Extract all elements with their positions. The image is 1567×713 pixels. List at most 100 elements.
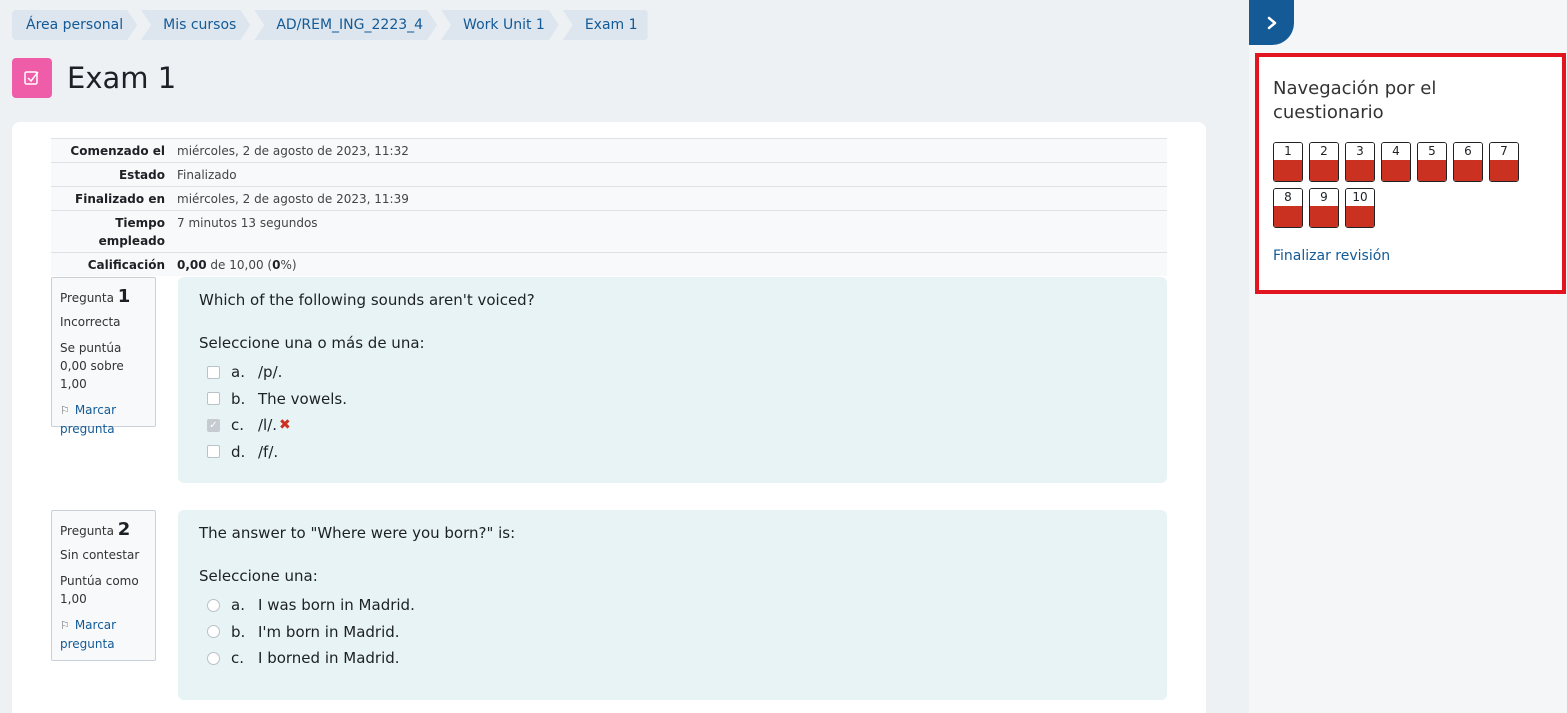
option-text: I'm born in Madrid. — [258, 622, 400, 641]
breadcrumb-item-work-unit[interactable]: Work Unit 1 — [441, 10, 559, 40]
breadcrumb-item-exam[interactable]: Exam 1 — [562, 10, 648, 40]
incorrect-indicator — [1382, 160, 1410, 181]
question-number: 2 — [117, 519, 131, 540]
option-letter: a. — [231, 596, 245, 615]
checkbox[interactable] — [207, 365, 220, 379]
option-text: I was born in Madrid. — [258, 596, 415, 615]
x-mark-icon: ✖ — [279, 417, 291, 434]
breadcrumb-item-course[interactable]: AD/REM_ING_2223_4 — [254, 10, 437, 40]
option-letter: b. — [231, 389, 246, 408]
finish-review-link[interactable]: Finalizar revisión — [1273, 248, 1548, 264]
drawer-toggle-button[interactable] — [1249, 0, 1294, 45]
radio-button[interactable] — [207, 651, 220, 665]
page-title: Exam 1 — [67, 61, 177, 95]
question-grade: Se puntúa 0,00 sobre 1,00 — [60, 341, 124, 391]
answer-prompt: Seleccione una: — [199, 567, 318, 585]
option-text: /f/. — [258, 442, 279, 461]
summary-value: miércoles, 2 de agosto de 2023, 11:32 — [177, 144, 409, 158]
question-info-1: Pregunta 1 Incorrecta Se puntúa 0,00 sob… — [51, 277, 156, 436]
grade-value: 0,00 — [177, 258, 207, 272]
question-nav-number: 4 — [1382, 143, 1410, 161]
question-nav-button-3[interactable]: 3 — [1345, 142, 1375, 182]
incorrect-indicator — [1310, 206, 1338, 227]
incorrect-indicator — [1274, 206, 1302, 227]
question-nav-button-6[interactable]: 6 — [1453, 142, 1483, 182]
checkbox-checked[interactable]: ✓ — [207, 418, 220, 432]
incorrect-indicator — [1346, 206, 1374, 227]
question-nav-button-9[interactable]: 9 — [1309, 188, 1339, 228]
question-info-2: Pregunta 2 Sin contestar Puntúa como 1,0… — [51, 510, 156, 661]
answer-option-b[interactable]: b. The vowels. — [199, 386, 1146, 413]
summary-row-time-taken: Tiempo empleado 7 minutos 13 segundos — [51, 210, 1167, 253]
summary-label: Finalizado en — [75, 192, 165, 206]
option-text: The vowels. — [258, 389, 347, 408]
attempt-summary-table: Comenzado el miércoles, 2 de agosto de 2… — [51, 138, 1167, 276]
breadcrumb-item-area-personal[interactable]: Área personal — [12, 10, 137, 40]
chevron-right-icon — [1267, 16, 1276, 29]
question-nav-number: 9 — [1310, 189, 1338, 207]
answer-option-c[interactable]: c. I borned in Madrid. — [199, 645, 1146, 672]
option-text: /p/. — [258, 363, 283, 382]
checkbox[interactable] — [207, 392, 220, 406]
quiz-navigation-title: Navegación por el cuestionario — [1273, 78, 1437, 123]
option-letter: c. — [231, 416, 245, 435]
breadcrumb-item-mis-cursos[interactable]: Mis cursos — [141, 10, 250, 40]
incorrect-indicator — [1274, 160, 1302, 181]
option-letter: c. — [231, 649, 245, 668]
question-nav-number: 1 — [1274, 143, 1302, 161]
question-number: 1 — [117, 286, 131, 307]
summary-value: 7 minutos 13 segundos — [177, 216, 318, 230]
answer-prompt: Seleccione una o más de una: — [199, 334, 425, 352]
question-text: The answer to "Where were you born?" is: — [199, 524, 516, 542]
summary-value: miércoles, 2 de agosto de 2023, 11:39 — [177, 192, 409, 206]
incorrect-indicator — [1346, 160, 1374, 181]
flag-question-link[interactable]: ⚐ Marcar pregunta — [60, 401, 147, 438]
question-nav-button-2[interactable]: 2 — [1309, 142, 1339, 182]
flag-icon: ⚐ — [60, 619, 70, 632]
incorrect-indicator — [1418, 160, 1446, 181]
summary-row-state: Estado Finalizado — [51, 162, 1167, 187]
answer-option-b[interactable]: b. I'm born in Madrid. — [199, 619, 1146, 646]
option-text: I borned in Madrid. — [258, 649, 400, 668]
option-letter: a. — [231, 363, 245, 382]
summary-row-finished: Finalizado en miércoles, 2 de agosto de … — [51, 186, 1167, 211]
flag-question-link[interactable]: ⚐ Marcar pregunta — [60, 616, 147, 653]
question-nav-button-7[interactable]: 7 — [1489, 142, 1519, 182]
option-letter: d. — [231, 442, 246, 461]
question-state: Incorrecta — [60, 315, 121, 329]
answer-option-c[interactable]: ✓ c. /l/. ✖ — [199, 412, 1146, 439]
quiz-checkbox-icon — [12, 58, 52, 98]
page-header: Exam 1 — [12, 58, 176, 98]
question-nav-button-4[interactable]: 4 — [1381, 142, 1411, 182]
question-nav-buttons: 1 2 3 4 5 6 7 8 9 10 — [1273, 142, 1533, 234]
summary-row-started: Comenzado el miércoles, 2 de agosto de 2… — [51, 138, 1167, 163]
quiz-navigation-block: Navegación por el cuestionario 1 2 3 4 5… — [1255, 53, 1566, 294]
question-text: Which of the following sounds aren't voi… — [199, 291, 535, 309]
summary-label: Tiempo empleado — [98, 216, 165, 248]
checkbox[interactable] — [207, 445, 220, 459]
question-nav-button-1[interactable]: 1 — [1273, 142, 1303, 182]
question-nav-button-10[interactable]: 10 — [1345, 188, 1375, 228]
flag-icon: ⚐ — [60, 404, 70, 417]
radio-button[interactable] — [207, 625, 220, 639]
question-nav-button-8[interactable]: 8 — [1273, 188, 1303, 228]
question-nav-number: 7 — [1490, 143, 1518, 161]
question-label: Pregunta — [60, 291, 114, 305]
option-text: /l/. — [258, 416, 278, 435]
question-nav-button-5[interactable]: 5 — [1417, 142, 1447, 182]
question-grade: Puntúa como 1,00 — [60, 574, 139, 606]
question-label: Pregunta — [60, 524, 114, 538]
incorrect-indicator — [1490, 160, 1518, 181]
summary-row-grade: Calificación 0,00 de 10,00 (0%) — [51, 252, 1167, 276]
answer-option-a[interactable]: a. /p/. — [199, 359, 1146, 386]
radio-button[interactable] — [207, 598, 220, 612]
answer-option-a[interactable]: a. I was born in Madrid. — [199, 592, 1146, 619]
question-state: Sin contestar — [60, 548, 140, 562]
question-nav-number: 3 — [1346, 143, 1374, 161]
quiz-review-card: Comenzado el miércoles, 2 de agosto de 2… — [12, 122, 1206, 713]
breadcrumb: Área personal Mis cursos AD/REM_ING_2223… — [12, 10, 652, 40]
answer-option-d[interactable]: d. /f/. — [199, 439, 1146, 466]
question-nav-number: 6 — [1454, 143, 1482, 161]
summary-value: Finalizado — [177, 168, 237, 182]
incorrect-indicator — [1310, 160, 1338, 181]
